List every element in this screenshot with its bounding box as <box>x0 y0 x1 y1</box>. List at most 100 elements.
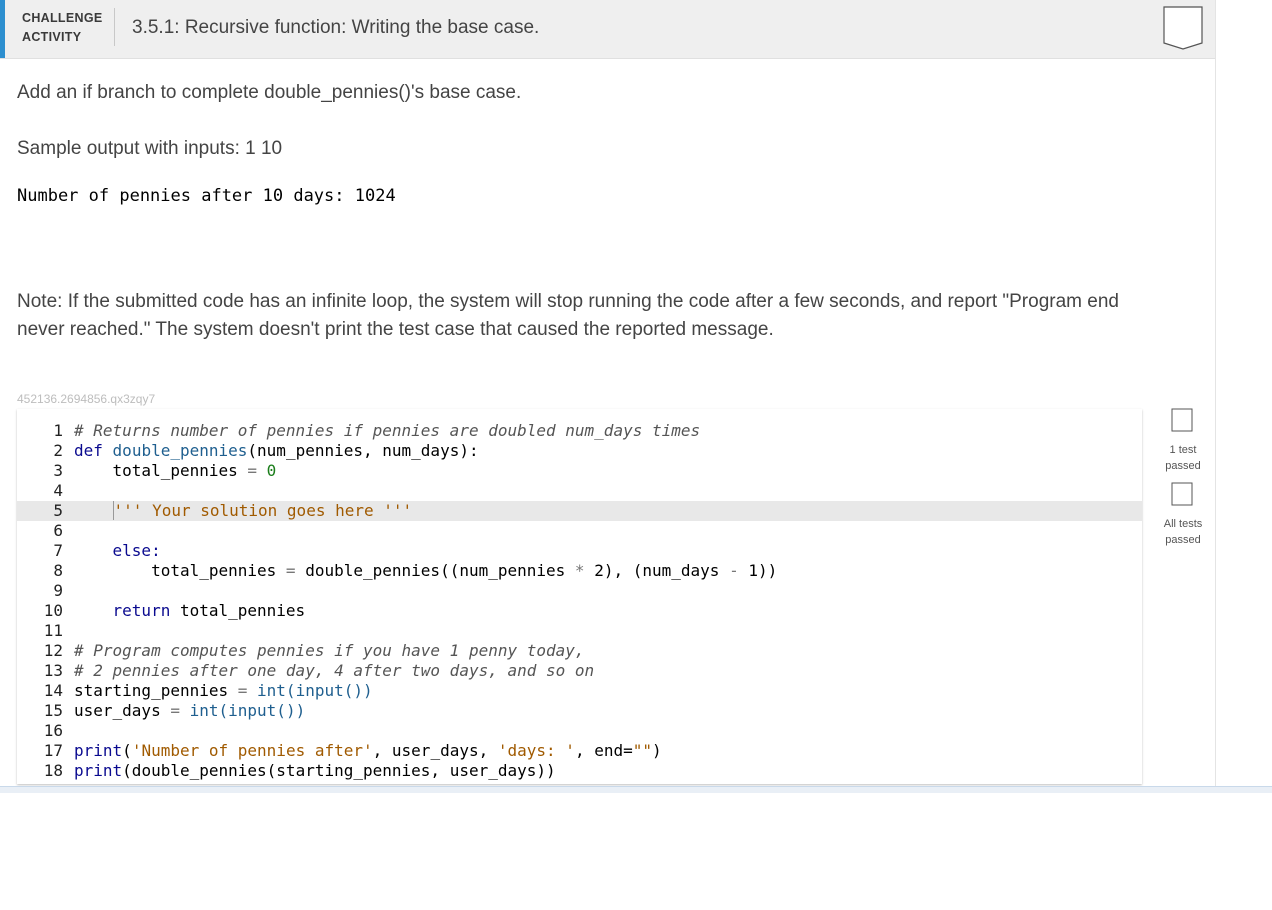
code-line: 14 starting_pennies = int(input()) <box>17 681 1142 701</box>
test-status-box-icon <box>1171 408 1193 432</box>
code-text: return total_pennies <box>74 601 306 621</box>
code-line: 17 print('Number of pennies after', user_… <box>17 741 1142 761</box>
code-var: starting_pennies <box>74 681 229 700</box>
solution-line[interactable]: 5 ''' Your solution goes here ''' <box>17 501 1142 521</box>
line-number: 6 <box>53 521 63 540</box>
activity-header: CHALLENGE ACTIVITY 3.5.1: Recursive func… <box>0 0 1215 59</box>
code-line: 18 print(double_pennies(starting_pennies,… <box>17 761 1142 781</box>
infinite-loop-note: Note: If the submitted code has an infin… <box>17 291 1119 340</box>
activity-title: 3.5.1: Recursive function: Writing the b… <box>132 17 540 38</box>
line-number: 1 <box>53 421 63 440</box>
code-var: user_days <box>74 701 161 720</box>
code-args: , end= <box>574 741 633 760</box>
sample-output-label: Sample output with inputs: 1 10 <box>17 138 283 159</box>
code-text: # Returns number of pennies if pennies a… <box>74 421 701 440</box>
instructions: Add an if branch to complete double_penn… <box>17 82 522 103</box>
one-test-status: 1 test passed <box>1150 442 1216 474</box>
all-tests-status: All tests passed <box>1150 516 1216 548</box>
line-number: 16 <box>43 721 63 740</box>
code-var: total_pennies <box>112 461 238 480</box>
code-keyword: else: <box>112 541 161 560</box>
line-number: 10 <box>43 601 63 620</box>
code-function-name: double_pennies <box>112 441 248 460</box>
code-line: 1 # Returns number of pennies if pennies … <box>17 421 1142 441</box>
completion-bookmark-icon <box>1163 6 1203 50</box>
code-var: total_pennies <box>170 601 306 620</box>
line-number: 9 <box>53 581 63 600</box>
line-number: 5 <box>53 501 63 520</box>
code-text: # Program computes pennies if you have 1… <box>74 641 585 660</box>
line-number: 18 <box>43 761 63 780</box>
code-operator: - <box>729 561 739 580</box>
line-number: 15 <box>43 701 63 720</box>
code-string: 'days: ' <box>497 741 575 760</box>
activity-type-line2: ACTIVITY <box>22 30 82 44</box>
line-number: 7 <box>53 541 63 560</box>
header-accent <box>0 0 5 58</box>
code-punct: ( <box>122 741 132 760</box>
code-line: 15 user_days = int(input()) <box>17 701 1142 721</box>
code-line: 12 # Program computes pennies if you have… <box>17 641 1142 661</box>
code-operator: = <box>237 461 267 480</box>
code-keyword: def <box>74 441 103 460</box>
code-call: double_pennies((num_pennies <box>305 561 575 580</box>
code-editor[interactable]: 1 # Returns number of pennies if pennies … <box>17 409 1142 784</box>
code-line: 7 else: <box>17 541 1142 561</box>
line-number: 3 <box>53 461 63 480</box>
challenge-card: CHALLENGE ACTIVITY 3.5.1: Recursive func… <box>0 0 1216 786</box>
code-operator: * <box>574 561 585 580</box>
line-number: 2 <box>53 441 63 460</box>
code-string: "" <box>632 741 652 760</box>
line-number: 11 <box>43 621 63 640</box>
line-number: 8 <box>53 561 63 580</box>
activity-type-label: CHALLENGE ACTIVITY <box>22 9 102 47</box>
code-args: 2), (num_days <box>584 561 730 580</box>
line-number: 4 <box>53 481 63 500</box>
solution-placeholder[interactable]: ''' Your solution goes here ''' <box>112 501 413 520</box>
code-operator: = <box>160 701 190 720</box>
activity-id: 452136.2694856.qx3zqy7 <box>17 392 156 406</box>
code-line: 8 total_pennies = double_pennies((num_pe… <box>17 561 1142 581</box>
code-punct: ) <box>652 741 662 760</box>
code-call: int(input()) <box>189 701 306 720</box>
code-text: def double_pennies(num_pennies, num_days… <box>74 441 479 461</box>
code-operator: = <box>276 561 306 580</box>
one-test-status-line2: passed <box>1165 460 1201 472</box>
all-tests-status-line1: All tests <box>1163 518 1203 530</box>
all-tests-status-box-icon <box>1171 482 1193 506</box>
code-args: , user_days, <box>372 741 498 760</box>
code-line: 4 <box>17 481 1142 501</box>
code-line: 10 return total_pennies <box>17 601 1142 621</box>
code-string: 'Number of pennies after' <box>131 741 373 760</box>
page-divider <box>0 786 1272 793</box>
code-text: total_pennies = 0 <box>74 461 277 481</box>
line-number: 13 <box>43 661 63 680</box>
code-text: ''' Your solution goes here ''' <box>74 501 413 521</box>
code-line: 13 # 2 pennies after one day, 4 after two… <box>17 661 1142 681</box>
code-text: # 2 pennies after one day, 4 after two d… <box>74 661 595 680</box>
code-line: 3 total_pennies = 0 <box>17 461 1142 481</box>
activity-type-line1: CHALLENGE <box>22 11 103 25</box>
header-divider <box>114 8 115 46</box>
code-number: 0 <box>266 461 277 480</box>
one-test-status-line1: 1 test <box>1169 444 1197 456</box>
code-text: else: <box>74 541 161 561</box>
code-text: print('Number of pennies after', user_da… <box>74 741 662 761</box>
code-args: (double_pennies(starting_pennies, user_d… <box>122 761 556 780</box>
code-keyword: print <box>74 761 123 780</box>
code-var: total_pennies <box>151 561 277 580</box>
all-tests-status-line2: passed <box>1165 534 1201 546</box>
code-text: starting_pennies = int(input()) <box>74 681 373 701</box>
code-line: 16 <box>17 721 1142 741</box>
code-line: 6 <box>17 521 1142 541</box>
line-number: 14 <box>43 681 63 700</box>
code-text: total_pennies = double_pennies((num_penn… <box>74 561 777 581</box>
code-operator: = <box>228 681 258 700</box>
code-text: user_days = int(input()) <box>74 701 305 721</box>
code-line: 9 <box>17 581 1142 601</box>
sample-output: Number of pennies after 10 days: 1024 <box>17 186 396 206</box>
code-args: (num_pennies, num_days): <box>247 441 479 460</box>
code-call: int(input()) <box>257 681 373 700</box>
code-lines[interactable]: 1 # Returns number of pennies if pennies … <box>17 421 1142 781</box>
code-line: 2 def double_pennies(num_pennies, num_day… <box>17 441 1142 461</box>
